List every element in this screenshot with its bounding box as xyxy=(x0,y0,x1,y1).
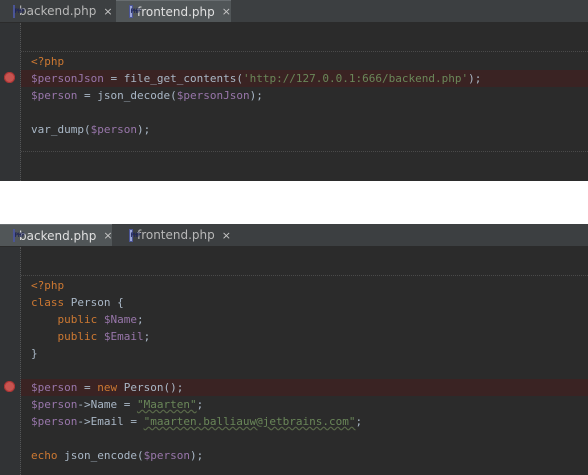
php-file-icon xyxy=(129,228,142,242)
tab-label: frontend.php xyxy=(136,228,215,242)
code-line: public $Name; xyxy=(31,313,144,326)
close-icon[interactable]: × xyxy=(103,229,112,242)
code-line-breakpoint: $person = new Person(); xyxy=(21,379,588,396)
tab-label: backend.php xyxy=(19,4,97,18)
divider xyxy=(21,151,588,152)
code-line: var_dump($person); xyxy=(31,123,151,136)
tab-backend-php[interactable]: backend.php × xyxy=(0,0,113,22)
code-line: public $Email; xyxy=(31,330,151,343)
close-icon[interactable]: × xyxy=(103,5,112,18)
tab-backend-php[interactable]: backend.php × xyxy=(0,224,113,246)
tab-label: frontend.php xyxy=(136,4,215,19)
editor-gutter[interactable] xyxy=(0,23,21,181)
tab-bar: backend.php × frontend.php × xyxy=(0,224,588,247)
php-file-icon xyxy=(13,4,26,18)
breakpoint-icon[interactable] xyxy=(4,72,15,83)
code-line: echo json_encode($person); xyxy=(31,449,204,462)
code-line: $person->Email = "maarten.balliauw@jetbr… xyxy=(31,415,363,428)
code-line: <?php xyxy=(31,55,65,68)
code-line: } xyxy=(31,347,38,360)
code-editor[interactable]: <?php $personJson = file_get_contents('h… xyxy=(21,23,588,181)
breakpoint-icon[interactable] xyxy=(4,381,15,392)
php-file-icon xyxy=(13,229,26,242)
code-editor[interactable]: <?php class Person { public $Name; publi… xyxy=(21,247,588,475)
tab-frontend-php[interactable]: frontend.php × xyxy=(116,0,231,22)
code-line: <?php xyxy=(31,279,65,292)
code-line: class Person { xyxy=(31,296,124,309)
editor-panel-frontend: backend.php × frontend.php × <?php $pers… xyxy=(0,0,588,181)
code-line-breakpoint: $personJson = file_get_contents('http://… xyxy=(21,70,588,87)
editor-gutter[interactable] xyxy=(0,247,21,475)
close-icon[interactable]: × xyxy=(222,229,231,242)
code-line: $person = json_decode($personJson); xyxy=(31,89,263,102)
divider xyxy=(21,51,588,52)
tab-bar: backend.php × frontend.php × xyxy=(0,0,588,23)
close-icon[interactable]: × xyxy=(222,5,231,18)
php-file-icon xyxy=(129,5,142,18)
editor-panel-backend: backend.php × frontend.php × <?php class… xyxy=(0,224,588,475)
tab-label: backend.php xyxy=(19,228,97,243)
tab-frontend-php[interactable]: frontend.php × xyxy=(116,224,231,246)
code-line: $person->Name = "Maarten"; xyxy=(31,398,204,411)
divider xyxy=(21,275,588,276)
